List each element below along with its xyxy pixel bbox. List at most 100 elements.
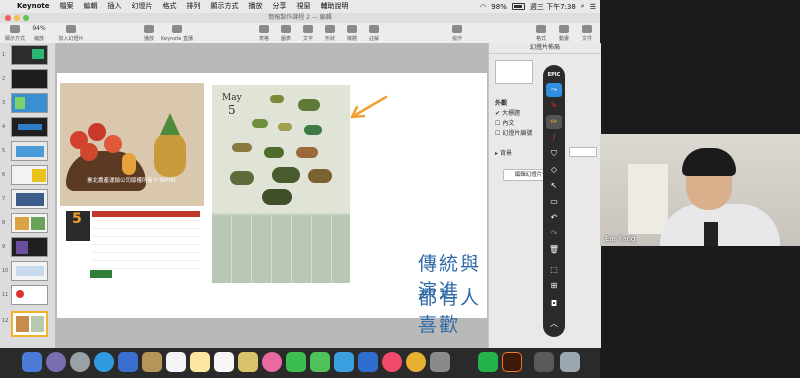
photos-icon[interactable] <box>262 352 282 372</box>
cursor-pen-icon[interactable]: ⤳ <box>546 83 562 97</box>
slide-thumbnail[interactable] <box>11 45 48 65</box>
undo-icon[interactable]: ↶ <box>546 211 562 225</box>
slide-caption-line-2[interactable]: 都有人喜歡 <box>418 283 487 337</box>
maps-icon[interactable] <box>238 352 258 372</box>
play-button[interactable]: 播放 <box>138 25 160 42</box>
zoom-value: 94% <box>32 25 46 32</box>
slide-thumbnail[interactable] <box>11 285 48 305</box>
siri-icon[interactable] <box>46 352 66 372</box>
slide-thumbnail[interactable] <box>11 189 48 209</box>
checkbox-icon[interactable]: ☐ <box>495 130 500 137</box>
slide-thumbnail[interactable] <box>11 93 48 113</box>
left-calendar[interactable]: 臺北農產運銷公司版權所有©TAPMC 5 <box>60 83 204 280</box>
background-row[interactable]: ▸ 背景 <box>495 148 512 157</box>
contacts-icon[interactable] <box>142 352 162 372</box>
menu-edit[interactable]: 編輯 <box>79 0 103 13</box>
shape-button[interactable]: 形狀 <box>319 25 341 42</box>
right-calendar[interactable]: May 5 <box>212 85 350 283</box>
chart-button[interactable]: 圖表 <box>275 25 297 42</box>
downloads-folder-icon[interactable] <box>534 352 554 372</box>
wifi-icon[interactable]: ◠ <box>480 3 486 11</box>
menu-view[interactable]: 顯示方式 <box>206 0 244 13</box>
background-color-well[interactable] <box>569 147 597 157</box>
camera-icon[interactable]: ◘ <box>546 297 562 311</box>
menu-list-icon[interactable]: ☰ <box>590 3 596 11</box>
line-tool-icon[interactable]: / <box>546 131 562 145</box>
body-checkbox-row[interactable]: ☐ 內文 <box>495 118 514 127</box>
menu-share[interactable]: 分享 <box>268 0 292 13</box>
menu-format[interactable]: 格式 <box>158 0 182 13</box>
notes-icon[interactable] <box>190 352 210 372</box>
table-button[interactable]: 表格 <box>253 25 275 42</box>
music-icon[interactable] <box>382 352 402 372</box>
collapse-chevron-up-icon[interactable]: ︿ <box>546 317 562 331</box>
reminders-icon[interactable] <box>214 352 234 372</box>
slide-thumbnail[interactable] <box>11 261 48 281</box>
trash-can-icon[interactable] <box>560 352 580 372</box>
checkbox-checked-icon[interactable]: ✔ <box>495 110 500 117</box>
app-menu[interactable]: Keynote <box>12 0 55 13</box>
slide-thumbnail[interactable] <box>11 69 48 89</box>
collaborate-button[interactable]: 協作 <box>446 25 468 42</box>
slide-thumbnail[interactable] <box>11 117 48 137</box>
menu-help[interactable]: 輔助說明 <box>316 0 354 13</box>
battery-icon[interactable] <box>511 3 525 10</box>
checkbox-icon[interactable]: ☐ <box>495 120 500 127</box>
trash-icon[interactable]: 🗑 <box>546 243 562 257</box>
chrome-icon[interactable] <box>406 352 426 372</box>
title-checkbox-row[interactable]: ✔ 大標題 <box>495 108 520 117</box>
clock[interactable]: 週三 下午7:38 <box>530 2 576 12</box>
illustrator-icon[interactable] <box>502 352 522 372</box>
grid-icon[interactable]: ⊞ <box>546 279 562 293</box>
search-icon[interactable]: ⌕ <box>581 2 585 11</box>
menu-arrange[interactable]: 排列 <box>182 0 206 13</box>
eraser-icon[interactable]: ◇ <box>546 163 562 177</box>
calendar-icon[interactable] <box>166 352 186 372</box>
facetime-icon[interactable] <box>310 352 330 372</box>
add-slide-button[interactable]: 加入幻燈片 <box>56 25 86 42</box>
whiteboard-icon[interactable]: ▭ <box>546 195 562 209</box>
close-window-button[interactable] <box>5 15 11 21</box>
animate-button[interactable]: 動畫 <box>553 25 575 42</box>
stamp-icon[interactable]: ⛉ <box>546 147 562 161</box>
comment-button[interactable]: 註解 <box>363 25 385 42</box>
keynote-live-button[interactable]: Keynote 直播 <box>160 25 194 42</box>
keynote-icon[interactable] <box>358 352 378 372</box>
slide-thumbnail-selected[interactable] <box>11 311 48 337</box>
menu-slide[interactable]: 幻燈片 <box>127 0 158 13</box>
slide[interactable]: 臺北農產運銷公司版權所有©TAPMC 5 May 5 傳統與演進 都有人喜歡 <box>57 73 487 336</box>
zoom-button[interactable]: 94% 縮放 <box>28 25 50 42</box>
format-button[interactable]: 格式 <box>530 25 552 42</box>
slide-thumbnail[interactable] <box>11 237 48 257</box>
slide-number-checkbox-row[interactable]: ☐ 幻燈片編號 <box>495 128 532 137</box>
disclosure-arrow-icon[interactable]: ▸ <box>495 150 498 157</box>
line-app-icon[interactable] <box>478 352 498 372</box>
numbers-icon[interactable] <box>334 352 354 372</box>
menu-insert[interactable]: 插入 <box>103 0 127 13</box>
pointer-icon[interactable]: ↖ <box>546 179 562 193</box>
menu-file[interactable]: 檔案 <box>55 0 79 13</box>
menu-play[interactable]: 播放 <box>244 0 268 13</box>
safari-icon[interactable] <box>94 352 114 372</box>
finder-icon[interactable] <box>22 352 42 372</box>
mail-icon[interactable] <box>118 352 138 372</box>
red-marker-icon[interactable]: ✎ <box>546 99 562 113</box>
title-checkbox-label: 大標題 <box>501 110 520 117</box>
slide-thumbnail[interactable] <box>11 141 48 161</box>
document-button[interactable]: 文件 <box>576 25 598 42</box>
redo-icon[interactable]: ↷ <box>546 227 562 241</box>
media-button[interactable]: 媒體 <box>341 25 363 42</box>
launchpad-icon[interactable] <box>70 352 90 372</box>
text-button[interactable]: 文字 <box>297 25 319 42</box>
screenshot-icon[interactable]: ⬚ <box>546 263 562 277</box>
highlighter-icon[interactable]: ✏ <box>546 115 562 129</box>
zoom-window-button[interactable] <box>23 15 29 21</box>
slide-thumbnail[interactable] <box>11 165 48 185</box>
messages-icon[interactable] <box>286 352 306 372</box>
system-preferences-icon[interactable] <box>430 352 450 372</box>
minimize-window-button[interactable] <box>14 15 20 21</box>
layout-thumbnail[interactable] <box>495 60 533 84</box>
menu-window[interactable]: 視窗 <box>292 0 316 13</box>
view-button[interactable]: 顯示方式 <box>4 25 26 42</box>
slide-thumbnail[interactable] <box>11 213 48 233</box>
